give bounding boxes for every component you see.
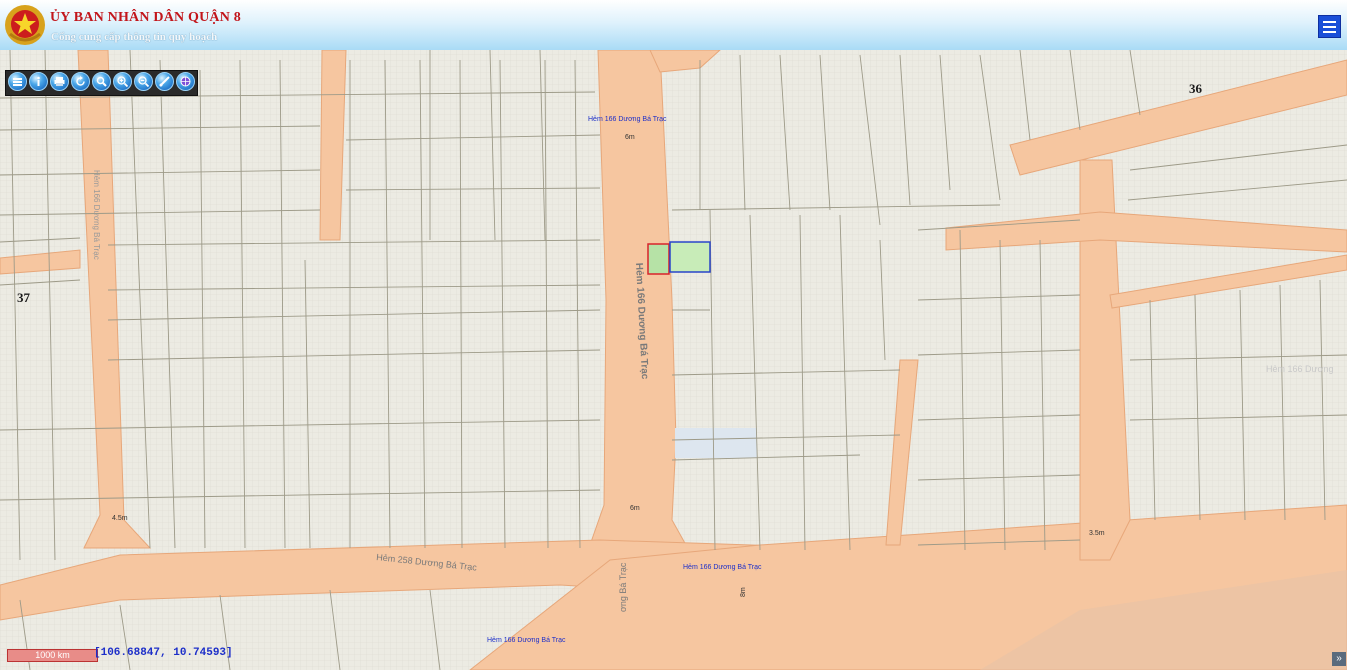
zoom-out-icon bbox=[138, 76, 150, 88]
road-label-hem166-top: Hẻm 166 Dương Bá Trạc bbox=[588, 116, 667, 123]
info-button[interactable] bbox=[29, 72, 48, 91]
map-toolbar bbox=[5, 70, 198, 96]
selected-parcel-red[interactable] bbox=[647, 243, 670, 275]
cursor-coordinates: [106.68847, 10.74593] bbox=[94, 647, 233, 659]
menu-bar-icon bbox=[1323, 26, 1336, 28]
expand-button[interactable]: » bbox=[1332, 652, 1346, 666]
selected-parcel-blue[interactable] bbox=[669, 241, 711, 273]
zoom-in-icon bbox=[117, 76, 129, 88]
road-label-west: Hẻm 166 Dương Bá Trạc bbox=[92, 170, 101, 260]
measure-icon bbox=[159, 76, 170, 87]
map-svg[interactable]: 36 37 Hẻm 166 Dương Bá Trạc Hẻm 166 Dươn… bbox=[0, 50, 1347, 670]
info-icon bbox=[37, 76, 40, 86]
road-label-east-faded: Hẻm 166 Dương bbox=[1266, 364, 1333, 374]
scale-bar: 1000 km bbox=[7, 649, 98, 662]
national-emblem-icon bbox=[5, 5, 45, 45]
width-label-3.5m: 3.5m bbox=[1089, 530, 1105, 537]
width-label-6m-bottom: 6m bbox=[630, 505, 640, 512]
width-label-4.5m: 4.5m bbox=[112, 515, 128, 522]
zoom-in-button[interactable] bbox=[113, 72, 132, 91]
page-subtitle: Cổng cung cấp thông tin quy hoạch bbox=[51, 31, 218, 43]
layers-button[interactable] bbox=[8, 72, 27, 91]
print-button[interactable] bbox=[50, 72, 69, 91]
globe-button[interactable] bbox=[176, 72, 195, 91]
print-icon bbox=[54, 77, 65, 86]
road-label-bottom-vertical: ơng Bá Trạc bbox=[618, 562, 628, 612]
menu-bar-icon bbox=[1323, 31, 1336, 33]
road-label-hem166-lower: Hẻm 166 Dương Bá Trạc bbox=[683, 564, 762, 571]
hamburger-menu-button[interactable] bbox=[1318, 15, 1341, 38]
menu-bar-icon bbox=[1323, 21, 1336, 23]
width-label-8m: 8m bbox=[740, 587, 747, 597]
app-header: ỦY BAN NHÂN DÂN QUẬN 8 Cổng cung cấp thô… bbox=[0, 0, 1347, 50]
road-label-hem166-bottom: Hẻm 166 Dương Bá Trạc bbox=[487, 637, 566, 644]
page-title: ỦY BAN NHÂN DÂN QUẬN 8 bbox=[50, 10, 241, 25]
map-canvas[interactable]: 36 37 Hẻm 166 Dương Bá Trạc Hẻm 166 Dươn… bbox=[0, 50, 1347, 670]
light-blue-area bbox=[675, 428, 757, 458]
refresh-icon bbox=[76, 76, 85, 86]
search-icon bbox=[96, 76, 107, 87]
globe-icon bbox=[180, 76, 191, 87]
measure-button[interactable] bbox=[155, 72, 174, 91]
refresh-button[interactable] bbox=[71, 72, 90, 91]
search-button[interactable] bbox=[92, 72, 111, 91]
width-label-6m-top: 6m bbox=[625, 134, 635, 141]
zoom-out-button[interactable] bbox=[134, 72, 153, 91]
block-label-37: 37 bbox=[17, 290, 31, 305]
block-label-36: 36 bbox=[1189, 81, 1203, 96]
layers-icon bbox=[13, 78, 22, 86]
